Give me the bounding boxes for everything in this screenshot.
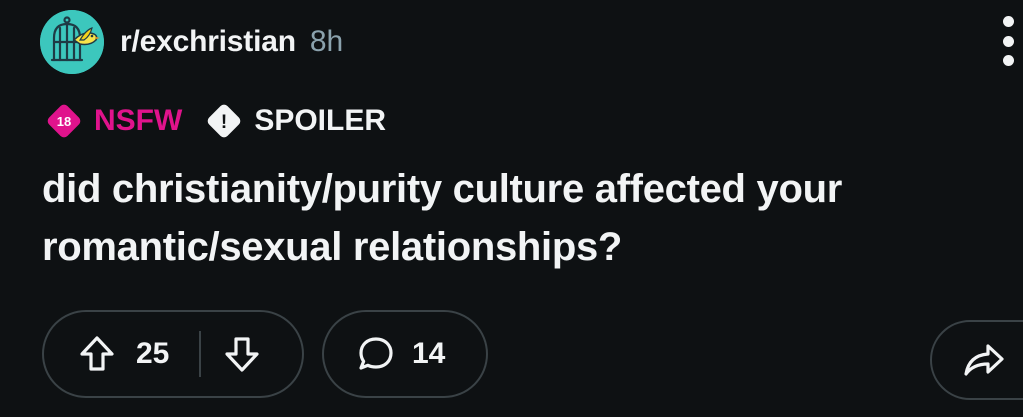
spoiler-badge-text: ! — [221, 112, 227, 133]
arrow-down-icon — [225, 337, 259, 372]
post-card[interactable]: r/exchristian 8h 18 NSFW ! SPOILER did c… — [0, 0, 1023, 417]
speech-bubble-icon — [359, 337, 393, 370]
subreddit-avatar[interactable] — [40, 10, 104, 74]
upvote-button[interactable] — [78, 334, 116, 374]
more-vertical-icon-dot — [1002, 35, 1014, 47]
comments-button[interactable]: 14 — [322, 310, 488, 398]
more-vertical-icon-dot — [1002, 55, 1014, 66]
more-options-button[interactable] — [997, 16, 1019, 66]
comment-count: 14 — [412, 337, 446, 370]
vote-bar: 25 — [42, 310, 304, 398]
post-timestamp: 8h — [309, 25, 344, 58]
share-button[interactable] — [930, 320, 1023, 400]
share-arrow-icon — [964, 344, 1004, 376]
post-header: r/exchristian 8h — [40, 10, 343, 74]
post-tags: 18 NSFW ! SPOILER — [44, 101, 386, 141]
spoiler-warning-icon: ! — [208, 104, 241, 138]
spoiler-tag: ! SPOILER — [204, 101, 386, 141]
vote-count: 25 — [136, 337, 170, 370]
nsfw-badge-text: 18 — [57, 114, 71, 129]
arrow-up-icon — [80, 336, 114, 371]
comment-icon-wrap — [356, 334, 396, 374]
birdcage-bird-icon — [40, 10, 104, 74]
nsfw-18-icon: 18 — [47, 104, 81, 138]
nsfw-label: NSFW — [94, 104, 183, 137]
post-title[interactable]: did christianity/purity culture affected… — [42, 160, 982, 276]
downvote-button[interactable] — [223, 334, 261, 374]
nsfw-tag: 18 NSFW — [44, 101, 182, 141]
subreddit-name[interactable]: r/exchristian — [120, 25, 296, 59]
vote-divider — [199, 331, 202, 377]
spoiler-label: SPOILER — [254, 104, 387, 137]
share-icon-wrap — [962, 340, 1006, 380]
more-vertical-icon-dot — [1002, 16, 1014, 27]
